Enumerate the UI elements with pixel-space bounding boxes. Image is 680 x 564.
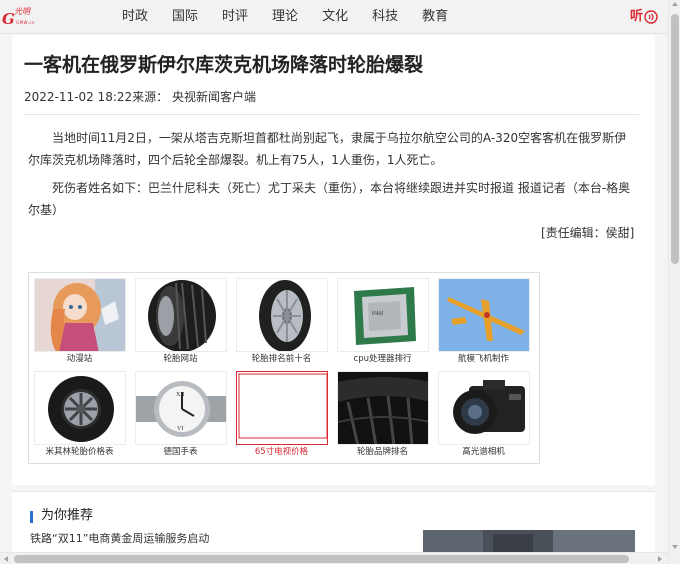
ad-caption: 德国手表 <box>163 447 198 457</box>
scrollbar-thumb[interactable] <box>14 555 629 563</box>
ad-item-tv[interactable]: 65寸电视价格 <box>234 369 329 460</box>
ad-item-tire-brand[interactable]: 轮胎品牌排名 <box>335 369 430 460</box>
article-panel: 一客机在俄罗斯伊尔库茨克机场降落时轮胎爆裂 2022-11-02 18:22来源… <box>12 35 655 485</box>
recommend-section: 为你推荐 铁路“双11”电商黄金周运输服务启动 <box>12 491 655 553</box>
anime-girl-image <box>34 278 126 352</box>
ad-caption: 65寸电视价格 <box>254 447 309 457</box>
recommend-title: 为你推荐 <box>41 508 94 523</box>
nav-item-politics[interactable]: 时政 <box>122 9 148 25</box>
recommend-item[interactable]: 铁路“双11”电商黄金周运输服务启动 <box>30 532 209 546</box>
cpu-image: intel <box>337 278 429 352</box>
nav-item-international[interactable]: 国际 <box>172 9 198 25</box>
scroll-left-arrow-icon[interactable] <box>4 556 8 562</box>
camera-image <box>438 371 530 445</box>
nav-item-education[interactable]: 教育 <box>422 9 448 25</box>
main-nav: 时政 国际 时评 理论 文化 科技 教育 <box>122 9 472 25</box>
ad-caption: 航模飞机制作 <box>457 354 509 364</box>
ad-item-cpu[interactable]: intel cpu处理器排行 <box>335 276 430 367</box>
recommend-thumbnail[interactable] <box>423 530 635 553</box>
audio-wave-icon <box>644 10 658 24</box>
ad-item-tire-site[interactable]: 轮胎网站 <box>133 276 228 367</box>
section-accent-bar <box>30 511 33 523</box>
horizontal-scrollbar[interactable] <box>0 552 668 564</box>
tire-tread-image <box>135 278 227 352</box>
responsible-editor: [责任编辑：侯甜] <box>541 226 635 240</box>
site-logo[interactable]: 光明 G GMW.cn <box>2 6 46 28</box>
ad-item-tire-ranking[interactable]: 轮胎排名前十名 <box>234 276 329 367</box>
ad-item-anime[interactable]: 动漫站 <box>32 276 127 367</box>
top-navigation-bar: 光明 G GMW.cn 时政 国际 时评 理论 文化 科技 教育 听 <box>0 0 668 34</box>
nav-item-theory[interactable]: 理论 <box>272 9 298 25</box>
svg-text:XII: XII <box>176 392 184 398</box>
wheel-image <box>34 371 126 445</box>
tv-image <box>236 371 328 445</box>
watch-image: XII VI <box>135 371 227 445</box>
listen-label: 听 <box>630 9 644 24</box>
article-title: 一客机在俄罗斯伊尔库茨克机场降落时轮胎爆裂 <box>24 54 424 76</box>
ad-caption: 轮胎品牌排名 <box>356 447 408 457</box>
ad-caption: 轮胎排名前十名 <box>251 354 312 364</box>
ad-caption: 动漫站 <box>66 354 93 364</box>
vertical-scrollbar[interactable] <box>668 0 680 564</box>
ad-caption: 高光谱相机 <box>462 447 505 457</box>
logo-sub: GMW.cn <box>16 20 36 25</box>
nav-item-culture[interactable]: 文化 <box>322 9 348 25</box>
article-paragraph: 当地时间11月2日，一架从塔吉克斯坦首都杜尚别起飞，隶属于乌拉尔航空公司的A-3… <box>28 131 627 167</box>
svg-text:VI: VI <box>177 426 183 432</box>
ad-grid: 动漫站 轮胎网站 轮胎排名前十名 intel cpu处理器排行 航模飞机制作 米… <box>28 272 540 464</box>
article-paragraph: 死伤者姓名如下：巴兰什尼科夫（死亡）尤丁采夫（重伤），本台将继续跟进并实时报道 … <box>28 181 631 217</box>
divider <box>24 114 639 115</box>
tire-closeup-image <box>337 371 429 445</box>
scrollbar-thumb[interactable] <box>671 14 679 264</box>
scroll-up-arrow-icon[interactable] <box>672 2 678 6</box>
logo-mark: G <box>2 10 15 28</box>
ad-caption: 米其林轮胎价格表 <box>45 447 114 457</box>
ad-item-michelin[interactable]: 米其林轮胎价格表 <box>32 369 127 460</box>
nav-item-technology[interactable]: 科技 <box>372 9 398 25</box>
ad-item-camera[interactable]: 高光谱相机 <box>436 369 531 460</box>
article-meta: 2022-11-02 18:22来源： 央视新闻客户端 <box>24 90 256 104</box>
ad-caption: 轮胎网站 <box>163 354 198 364</box>
model-plane-image <box>438 278 530 352</box>
ad-item-watch[interactable]: XII VI 德国手表 <box>133 369 228 460</box>
scroll-right-arrow-icon[interactable] <box>658 556 662 562</box>
logo-script: 光明 <box>14 7 30 16</box>
tire-image <box>236 278 328 352</box>
ad-caption: cpu处理器排行 <box>353 354 412 364</box>
scroll-down-arrow-icon[interactable] <box>672 545 678 549</box>
listen-button[interactable]: 听 <box>630 9 658 25</box>
nav-item-commentary[interactable]: 时评 <box>222 9 248 25</box>
svg-text:intel: intel <box>372 311 383 317</box>
ad-item-model-plane[interactable]: 航模飞机制作 <box>436 276 531 367</box>
